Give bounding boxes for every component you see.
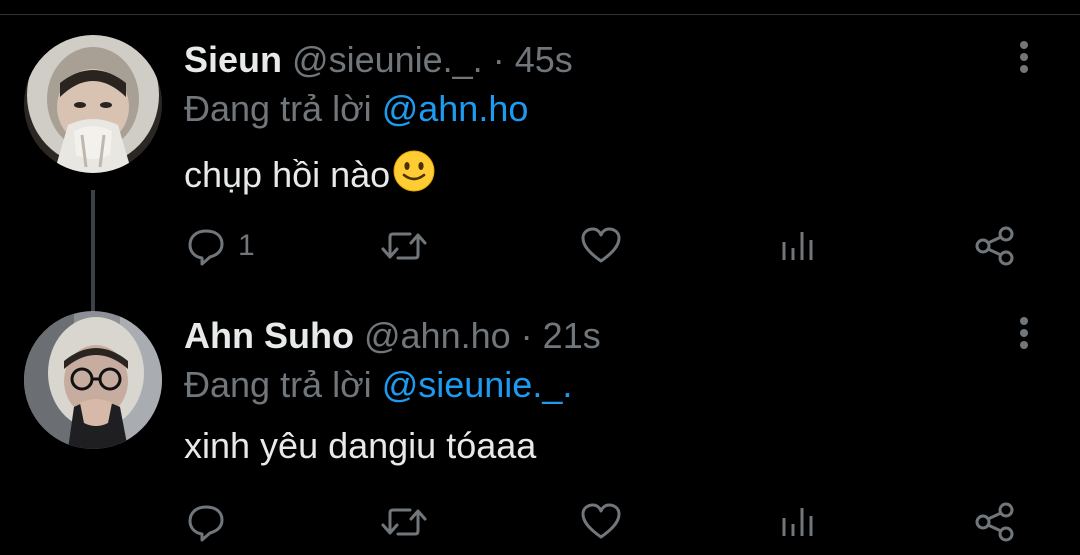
replying-prefix: Đang trả lời (184, 88, 372, 129)
tweet-header: Sieun @sieunie._. · 45s (184, 38, 573, 82)
reply-icon (186, 502, 226, 542)
retweet-button[interactable] (380, 224, 428, 268)
views-icon (778, 502, 818, 542)
separator-dot: · (520, 315, 533, 356)
tweet-header: Ahn Suho @ahn.ho · 21s (184, 314, 601, 358)
like-button[interactable] (580, 500, 622, 544)
display-name[interactable]: Ahn Suho (184, 315, 354, 356)
tweet-text: chụp hồi nào (184, 149, 436, 203)
share-icon (974, 501, 1016, 543)
reply-icon (186, 226, 226, 266)
like-icon (580, 226, 622, 266)
retweet-icon (380, 226, 428, 266)
avatar[interactable] (24, 311, 162, 449)
top-divider (0, 0, 1080, 15)
retweet-button[interactable] (380, 500, 428, 544)
more-icon[interactable] (1006, 38, 1042, 82)
replying-prefix: Đang trả lời (184, 364, 372, 405)
retweet-icon (380, 502, 428, 542)
display-name[interactable]: Sieun (184, 39, 282, 80)
share-icon (974, 225, 1016, 267)
share-button[interactable] (974, 224, 1016, 268)
tweet-text-content: xinh yêu dangiu tóaaa (184, 425, 537, 466)
avatar[interactable] (24, 35, 162, 173)
tweet-text-content: chụp hồi nào (184, 154, 391, 195)
tweet[interactable]: Sieun @sieunie._. · 45s Đang trả lời @ah… (0, 14, 1080, 320)
like-button[interactable] (580, 224, 622, 268)
user-handle[interactable]: @ahn.ho (364, 315, 511, 356)
slightly-smiling-face-icon (392, 149, 436, 203)
replying-to: Đang trả lời @ahn.ho (184, 87, 528, 131)
user-handle[interactable]: @sieunie._. (292, 39, 483, 80)
mention-link[interactable]: @ahn.ho (382, 88, 529, 129)
views-icon (778, 226, 818, 266)
tweet-text: xinh yêu dangiu tóaaa (184, 424, 536, 468)
share-button[interactable] (974, 500, 1016, 544)
mention-link[interactable]: @sieunie._. (382, 364, 573, 405)
reply-button[interactable]: 1 (186, 224, 255, 268)
views-button[interactable] (778, 224, 818, 268)
reply-button[interactable] (186, 500, 238, 544)
like-icon (580, 502, 622, 542)
timestamp[interactable]: 21s (543, 315, 601, 356)
tweet[interactable]: Ahn Suho @ahn.ho · 21s Đang trả lời @sie… (0, 286, 1080, 555)
reply-count: 1 (238, 229, 255, 262)
separator-dot: · (492, 39, 505, 80)
timestamp[interactable]: 45s (515, 39, 573, 80)
replying-to: Đang trả lời @sieunie._. (184, 363, 572, 407)
more-icon[interactable] (1006, 314, 1042, 358)
views-button[interactable] (778, 500, 818, 544)
